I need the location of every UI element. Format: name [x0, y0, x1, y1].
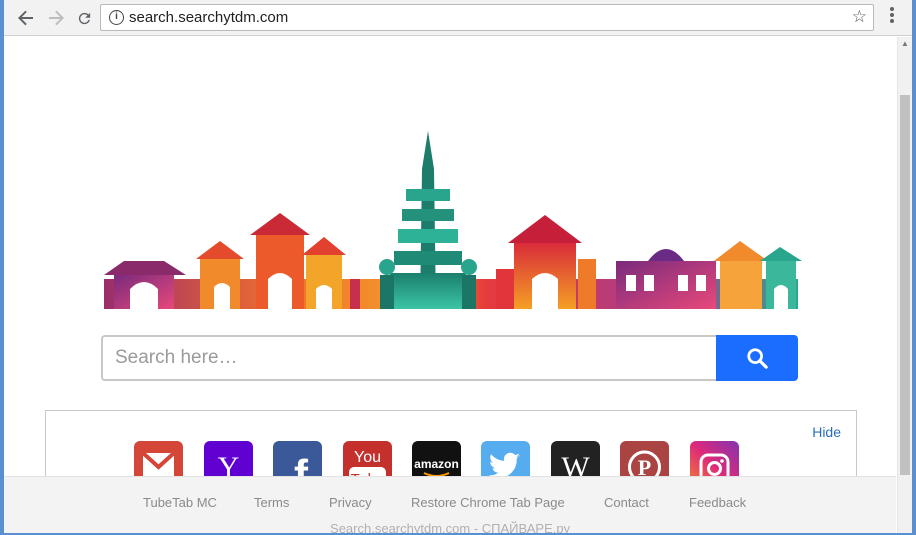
- arrow-left-icon: [18, 10, 33, 26]
- address-url[interactable]: search.searchytdm.com: [129, 9, 288, 26]
- footer-link-feedback[interactable]: Feedback: [689, 495, 746, 510]
- reload-icon: [78, 12, 90, 24]
- search-button[interactable]: [716, 335, 798, 381]
- back-button[interactable]: [14, 6, 38, 30]
- footer-link-contact[interactable]: Contact: [604, 495, 649, 510]
- reload-button[interactable]: [72, 6, 96, 30]
- page-viewport: Hide Y f YouTube: [4, 37, 912, 533]
- browser-toolbar: i search.searchytdm.com ☆: [4, 0, 912, 36]
- page-footer: TubeTab MC Terms Privacy Restore Chrome …: [4, 476, 896, 533]
- kebab-menu-icon[interactable]: [884, 7, 900, 29]
- scroll-up-icon[interactable]: ▲: [901, 39, 909, 48]
- star-icon[interactable]: ☆: [852, 7, 867, 27]
- footer-link-terms[interactable]: Terms: [254, 495, 289, 510]
- browser-window: i search.searchytdm.com ☆ Search here… H…: [0, 0, 916, 535]
- search-icon: [747, 348, 768, 369]
- watermark-text: Search.searchytdm.com - СПАЙВАРЕ.ру: [330, 521, 570, 535]
- scrollbar-thumb[interactable]: [900, 95, 910, 475]
- info-icon[interactable]: i: [109, 10, 124, 25]
- hide-shortcuts-link[interactable]: Hide: [812, 424, 841, 440]
- search-input[interactable]: [101, 335, 717, 381]
- svg-text:You: You: [354, 449, 381, 466]
- address-bar[interactable]: i search.searchytdm.com ☆: [100, 4, 874, 31]
- vertical-scrollbar[interactable]: ▲: [897, 37, 912, 533]
- arrow-right-icon: [49, 10, 64, 26]
- forward-button[interactable]: [44, 6, 68, 30]
- footer-link-privacy[interactable]: Privacy: [329, 495, 372, 510]
- skyline-logo: [104, 131, 802, 309]
- footer-link-restore-chrome-tab[interactable]: Restore Chrome Tab Page: [411, 495, 565, 510]
- svg-text:amazon: amazon: [414, 457, 459, 471]
- footer-link-tubetab[interactable]: TubeTab MC: [143, 495, 217, 510]
- search-bar: [101, 335, 798, 381]
